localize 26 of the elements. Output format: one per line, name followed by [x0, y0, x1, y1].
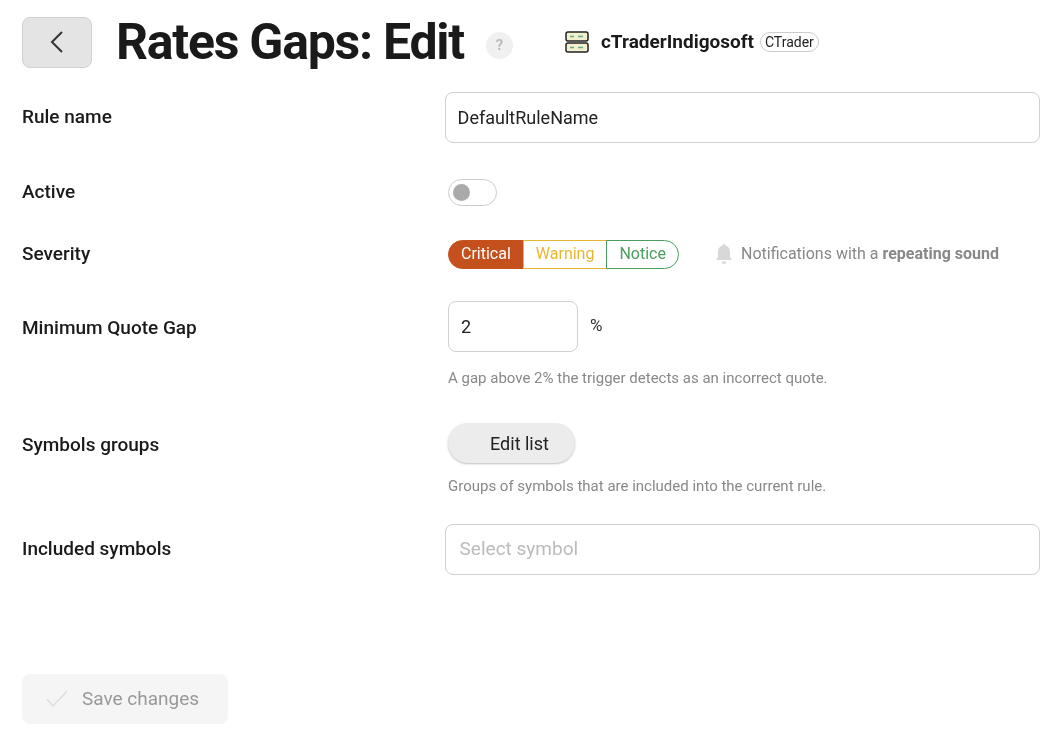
- notification-note: Notifications with a repeating sound: [740, 243, 999, 265]
- field-label: Minimum Quote Gap: [21, 314, 198, 341]
- server-name: cTraderIndigosoft: [600, 28, 754, 55]
- field-label: Rule name: [21, 104, 113, 131]
- bell-icon: [714, 243, 733, 265]
- severity-option[interactable]: Notice: [606, 239, 679, 269]
- server-icon: [564, 31, 589, 53]
- symbol-select[interactable]: Select symbol: [444, 523, 1040, 575]
- unit-label: %: [590, 314, 603, 338]
- severity-option[interactable]: Critical: [448, 239, 524, 269]
- hint-text: A gap above 2% the trigger detects as an incorrect quote.: [448, 367, 828, 389]
- field-label: Active: [21, 179, 77, 205]
- field-label: Included symbols: [21, 535, 173, 562]
- hint-text: Groups of symbols that are included into the current rule.: [448, 476, 827, 497]
- edit-list-button[interactable]: Edit list: [448, 423, 575, 463]
- back-button[interactable]: [22, 16, 92, 68]
- chevron-left-icon: [50, 30, 64, 54]
- page-title: Rates Gaps: Edit: [116, 17, 464, 67]
- number-field[interactable]: 2: [448, 300, 578, 352]
- field-label: Symbols groups: [21, 432, 161, 458]
- field-label: Severity: [21, 240, 92, 267]
- help-badge[interactable]: ?: [485, 31, 513, 59]
- severity-option[interactable]: Warning: [522, 239, 608, 269]
- text-field[interactable]: DefaultRuleName: [444, 92, 1040, 143]
- checkmark-icon: [46, 690, 68, 708]
- toggle-switch[interactable]: [448, 178, 497, 206]
